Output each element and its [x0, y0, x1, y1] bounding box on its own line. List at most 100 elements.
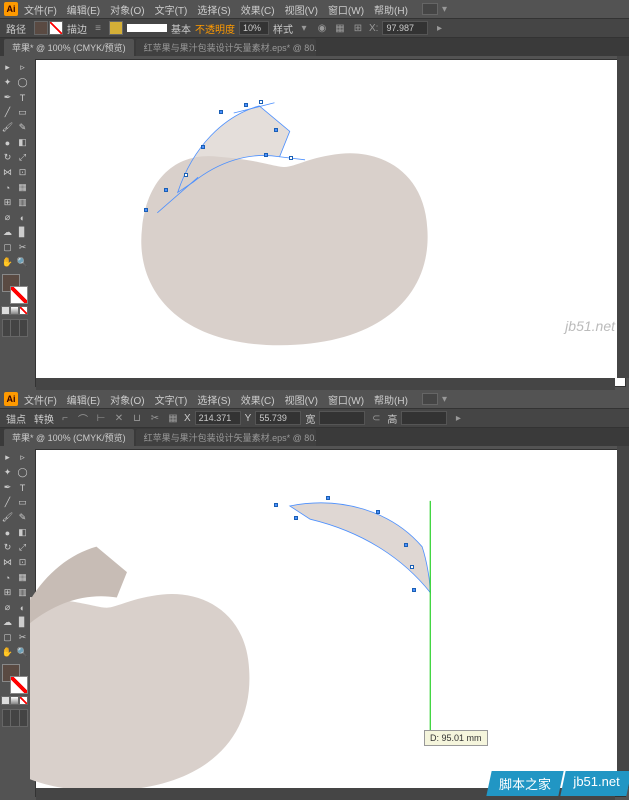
mesh-tool[interactable]: ⊞ — [0, 585, 15, 600]
menu-effect[interactable]: 效果(C) — [237, 0, 279, 19]
scrollbar-vertical[interactable] — [617, 56, 629, 378]
gradient-mode-icon[interactable] — [10, 306, 19, 315]
stroke-preview[interactable] — [127, 24, 167, 32]
anchor-point[interactable] — [144, 208, 148, 212]
gradient-mode-icon[interactable] — [10, 696, 19, 705]
shape-builder-tool[interactable]: ◔ — [0, 180, 15, 195]
menu-file[interactable]: 文件(F) — [20, 390, 61, 409]
shape-builder-tool[interactable]: ◔ — [0, 570, 15, 585]
dropdown-icon[interactable]: ▾ — [442, 394, 447, 405]
style-menu-icon[interactable]: ▾ — [297, 21, 311, 35]
menu-object[interactable]: 对象(O) — [106, 390, 148, 409]
menu-select[interactable]: 选择(S) — [193, 390, 234, 409]
menu-view[interactable]: 视图(V) — [281, 390, 322, 409]
type-tool[interactable]: T — [15, 90, 30, 105]
brush-tool[interactable]: 🖌 — [0, 120, 15, 135]
zoom-tool[interactable]: 🔍 — [15, 255, 30, 270]
gradient-tool[interactable]: ▥ — [15, 195, 30, 210]
transform-icon[interactable]: ⊞ — [351, 21, 365, 35]
pencil-tool[interactable]: ✎ — [15, 510, 30, 525]
lasso-tool[interactable]: ◯ — [15, 75, 30, 90]
blob-tool[interactable]: ● — [0, 525, 15, 540]
transform-x-input[interactable] — [382, 21, 428, 35]
eyedropper-tool[interactable]: ⌀ — [0, 210, 15, 225]
eyedropper-tool[interactable]: ⌀ — [0, 600, 15, 615]
handle-icon[interactable]: ⊢ — [94, 411, 108, 425]
symbol-tool[interactable]: ☁ — [0, 615, 15, 630]
layout-toggle-icon[interactable] — [422, 3, 438, 15]
menu-window[interactable]: 窗口(W) — [324, 390, 368, 409]
scrollbar-horizontal[interactable] — [36, 378, 615, 390]
scale-tool[interactable]: ⤢ — [15, 540, 30, 555]
symbol-tool[interactable]: ☁ — [0, 225, 15, 240]
eraser-tool[interactable]: ◧ — [15, 525, 30, 540]
dropdown-icon[interactable]: ▾ — [442, 4, 447, 15]
convert-corner-icon[interactable]: ⌐ — [58, 411, 72, 425]
artboard-tool[interactable]: ▢ — [0, 240, 15, 255]
doc-tab-inactive[interactable]: 红苹果与果汁包装设计矢量素材.eps* @ 80.41% (RGB/预览) — [136, 39, 316, 56]
blob-tool[interactable]: ● — [0, 135, 15, 150]
pen-tool[interactable]: ✒ — [0, 480, 15, 495]
menu-effect[interactable]: 效果(C) — [237, 390, 279, 409]
anchor-point[interactable] — [294, 516, 298, 520]
opacity-input[interactable] — [239, 21, 269, 35]
anchor-point[interactable] — [404, 543, 408, 547]
anchor-point[interactable] — [326, 496, 330, 500]
stroke-color-icon[interactable] — [10, 286, 28, 304]
doc-tab-active[interactable]: 苹果* @ 100% (CMYK/预览) — [4, 39, 134, 56]
blend-tool[interactable]: ◐ — [15, 600, 30, 615]
rotate-tool[interactable]: ↻ — [0, 540, 15, 555]
selection-tool[interactable]: ▸ — [0, 450, 15, 465]
hand-tool[interactable]: ✋ — [0, 645, 15, 660]
pencil-tool[interactable]: ✎ — [15, 120, 30, 135]
recolor-icon[interactable]: ◉ — [315, 21, 329, 35]
gradient-tool[interactable]: ▥ — [15, 585, 30, 600]
artboard-tool[interactable]: ▢ — [0, 630, 15, 645]
y-input[interactable] — [255, 411, 301, 425]
pen-tool[interactable]: ✒ — [0, 90, 15, 105]
anchor-point[interactable] — [274, 128, 278, 132]
handle-point[interactable] — [410, 565, 414, 569]
graph-tool[interactable]: ▊ — [15, 615, 30, 630]
brush-tool[interactable]: 🖌 — [0, 510, 15, 525]
menu-help[interactable]: 帮助(H) — [370, 0, 412, 19]
scale-tool[interactable]: ⤢ — [15, 150, 30, 165]
hand-tool[interactable]: ✋ — [0, 255, 15, 270]
convert-smooth-icon[interactable]: ⌒ — [76, 411, 90, 425]
rectangle-tool[interactable]: ▭ — [15, 495, 30, 510]
width-tool[interactable]: ⋈ — [0, 165, 15, 180]
fill-swatch[interactable] — [34, 21, 48, 35]
line-tool[interactable]: ╱ — [0, 495, 15, 510]
fill-stroke-indicator[interactable] — [2, 274, 28, 304]
align-icon[interactable]: ▦ — [166, 411, 180, 425]
selection-tool[interactable]: ▸ — [0, 60, 15, 75]
opacity-label[interactable]: 不透明度 — [195, 21, 235, 36]
graph-tool[interactable]: ▊ — [15, 225, 30, 240]
free-transform-tool[interactable]: ⊡ — [15, 555, 30, 570]
handle-point[interactable] — [259, 100, 263, 104]
menu-window[interactable]: 窗口(W) — [324, 0, 368, 19]
anchor-cut-icon[interactable]: ✂ — [148, 411, 162, 425]
perspective-tool[interactable]: ▦ — [15, 570, 30, 585]
rotate-tool[interactable]: ↻ — [0, 150, 15, 165]
slice-tool[interactable]: ✂ — [15, 630, 30, 645]
color-mode-icon[interactable] — [1, 306, 10, 315]
anchor-point[interactable] — [412, 588, 416, 592]
menu-object[interactable]: 对象(O) — [106, 0, 148, 19]
artboard[interactable] — [36, 60, 625, 386]
menu-type[interactable]: 文字(T) — [151, 390, 192, 409]
direct-select-tool[interactable]: ▹ — [15, 60, 30, 75]
anchor-point[interactable] — [274, 503, 278, 507]
brush-swatch[interactable] — [109, 21, 123, 35]
scrollbar-vertical[interactable] — [617, 446, 629, 788]
none-mode-icon[interactable] — [19, 306, 28, 315]
rectangle-tool[interactable]: ▭ — [15, 105, 30, 120]
h-input[interactable] — [401, 411, 447, 425]
w-input[interactable] — [319, 411, 365, 425]
anchor-point[interactable] — [164, 188, 168, 192]
leaf-shape-selected[interactable] — [290, 503, 430, 593]
menu-edit[interactable]: 编辑(E) — [63, 0, 104, 19]
menu-help[interactable]: 帮助(H) — [370, 390, 412, 409]
menu-type[interactable]: 文字(T) — [151, 0, 192, 19]
doc-tab-active[interactable]: 苹果* @ 100% (CMYK/预览) — [4, 429, 134, 446]
